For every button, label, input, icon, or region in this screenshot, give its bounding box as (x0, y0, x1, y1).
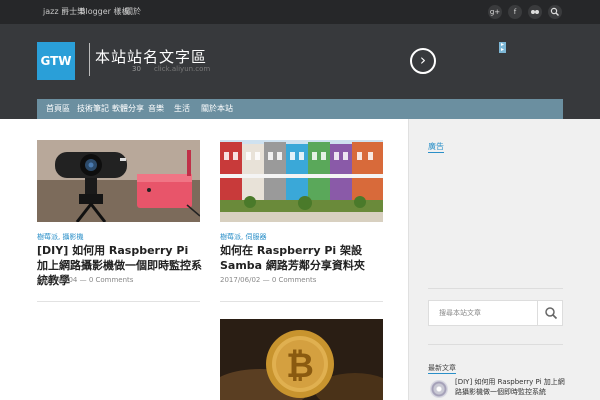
post-category[interactable]: 樹莓派, 攝影機 (37, 232, 83, 242)
post-date: 2017/06/04 (37, 276, 78, 284)
post-comments[interactable]: 0 Comments (272, 276, 317, 284)
svg-text:₿: ₿ (286, 346, 314, 386)
search-button[interactable] (537, 301, 563, 325)
next-arrow-button[interactable]: › (410, 48, 436, 74)
nav-item-about-site[interactable]: 關於本站 (201, 99, 233, 119)
post-thumbnail-webcam[interactable] (37, 140, 200, 222)
site-subtitle-number: 30 (132, 65, 141, 73)
topnav-item-jazz[interactable]: jazz 爵士樂 (43, 0, 85, 24)
post-comments[interactable]: 0 Comments (89, 276, 134, 284)
site-title[interactable]: 本站站名文字區 (95, 46, 207, 67)
sidebar-divider (428, 288, 563, 289)
sidebar-heading-ads: 廣告 (428, 142, 444, 153)
recent-post-title[interactable]: [DIY] 如何用 Raspberry Pi 加上網路攝影機做一個即時監控系統 (455, 377, 567, 397)
ad-choices-icon[interactable]: ▸ ▸ (499, 42, 506, 53)
nav-item-tech-notes[interactable]: 技術筆記 (77, 99, 109, 119)
nav-item-home[interactable]: 首頁區 (46, 99, 70, 119)
site-logo[interactable]: GTW (37, 42, 75, 80)
post-divider (37, 301, 200, 302)
search-input[interactable] (429, 301, 537, 325)
magnifier-glyph (550, 7, 559, 16)
facebook-icon[interactable]: f (508, 5, 522, 19)
sidebar-heading-recent-posts: 最新文章 (428, 364, 456, 374)
top-bar: jazz 爵士樂 Blogger 樣板 關於 g+ f (0, 0, 600, 24)
post-date: 2017/06/02 (220, 276, 261, 284)
recent-post-thumbnail[interactable] (430, 380, 448, 398)
sidebar (408, 119, 600, 400)
post-title[interactable]: 如何在 Raspberry Pi 架設 Samba 網路芳鄰分享資料夾 (220, 243, 385, 273)
topnav-item-blogger-templates[interactable]: Blogger 樣板 (80, 0, 130, 24)
post-thumbnail-bitcoin[interactable]: ₿ (220, 319, 383, 400)
post-category[interactable]: 樹莓派, 伺服器 (220, 232, 266, 242)
logo-divider (89, 43, 90, 76)
main-nav: 首頁區 技術筆記 軟體分享 音樂 生活 關於本站 (37, 99, 563, 119)
nav-item-music[interactable]: 音樂 (148, 99, 164, 119)
post-meta: 2017/06/04 — 0 Comments (37, 276, 134, 284)
search-icon (545, 307, 558, 320)
sidebar-divider (428, 344, 563, 345)
search-widget (428, 300, 563, 326)
search-icon[interactable] (548, 5, 562, 19)
flickr-glyph (531, 10, 539, 14)
nav-item-life[interactable]: 生活 (174, 99, 190, 119)
flickr-icon[interactable] (528, 5, 542, 19)
post-thumbnail-houses[interactable] (220, 140, 383, 222)
post-meta: 2017/06/02 — 0 Comments (220, 276, 317, 284)
site-subtitle-url: click.aliyun.com (154, 65, 211, 73)
topnav-item-about[interactable]: 關於 (125, 0, 141, 24)
google-plus-icon[interactable]: g+ (488, 5, 502, 19)
post-divider (220, 301, 383, 302)
nav-item-software[interactable]: 軟體分享 (112, 99, 144, 119)
